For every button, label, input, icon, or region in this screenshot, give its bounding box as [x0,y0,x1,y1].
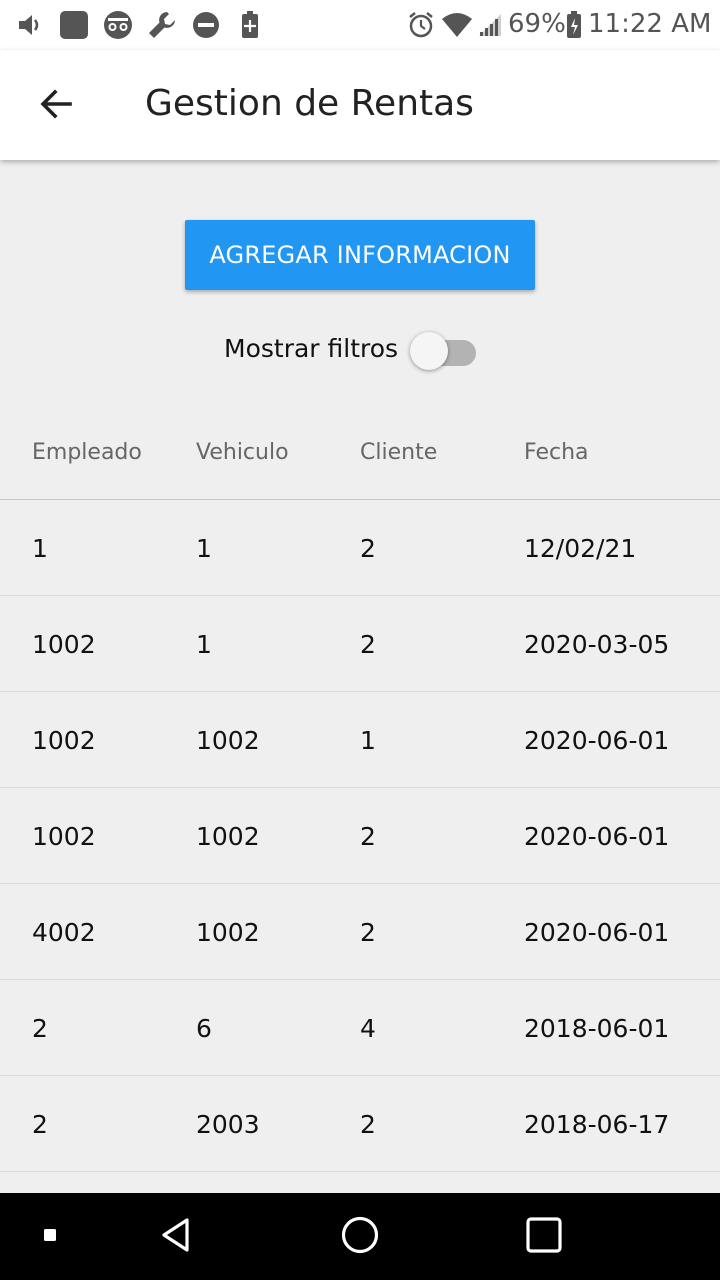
back-triangle-icon [156,1215,196,1259]
cell-empleado: 1 [32,534,48,563]
battery-saver-icon [236,0,264,50]
add-information-button[interactable]: AGREGAR INFORMACION [185,220,535,290]
table-row[interactable]: 1002 1002 1 2020-06-01 [0,692,720,788]
table-row[interactable]: 1002 1 2 2020-03-05 [0,596,720,692]
main-content: AGREGAR INFORMACION Mostrar filtros Empl… [0,160,720,1193]
cell-vehiculo: 6 [196,1014,212,1043]
home-circle-icon [340,1215,380,1259]
cell-cliente: 2 [360,1110,376,1139]
volume-icon [14,0,46,50]
app-square-icon [58,0,90,50]
cell-vehiculo: 1002 [196,822,260,851]
table-header: Empleado Vehiculo Cliente Fecha [0,404,720,500]
arrow-back-icon [38,86,74,126]
table-row[interactable]: 4002 1002 2 2020-06-01 [0,884,720,980]
cell-vehiculo: 2003 [196,1110,260,1139]
filter-toggle-row: Mostrar filtros [0,326,720,374]
signal-icon [476,0,504,50]
nav-back-button[interactable] [140,1193,212,1280]
cell-fecha: 2020-06-01 [524,918,670,947]
cell-empleado: 2 [32,1014,48,1043]
cell-cliente: 2 [360,918,376,947]
nav-overview-button[interactable] [508,1193,580,1280]
status-bar: 69% 11:22 AM [0,0,720,50]
cell-fecha: 2018-06-01 [524,1014,670,1043]
battery-charging-icon [564,0,584,50]
cell-cliente: 2 [360,534,376,563]
switch-thumb [410,332,448,370]
back-button[interactable] [20,70,92,142]
header-empleado: Empleado [32,440,142,465]
table-row[interactable]: 1 1 2 12/02/21 [0,500,720,596]
rentals-table: Empleado Vehiculo Cliente Fecha 1 1 2 12… [0,404,720,1172]
header-vehiculo: Vehiculo [196,440,289,465]
table-row[interactable]: 2 2003 2 2018-06-17 [0,1076,720,1172]
recent-dot-button[interactable] [30,1193,70,1280]
cell-vehiculo: 1 [196,534,212,563]
nav-home-button[interactable] [324,1193,396,1280]
cell-empleado: 1002 [32,726,96,755]
cell-fecha: 2020-06-01 [524,726,670,755]
alarm-icon [406,0,436,50]
cell-empleado: 1002 [32,630,96,659]
navigation-bar [0,1193,720,1280]
cell-fecha: 2020-06-01 [524,822,670,851]
do-not-disturb-icon [190,0,222,50]
cell-cliente: 4 [360,1014,376,1043]
battery-percent: 69% [508,9,566,39]
cell-empleado: 2 [32,1110,48,1139]
cell-cliente: 2 [360,822,376,851]
overview-square-icon [524,1215,564,1259]
cell-empleado: 1002 [32,822,96,851]
page-title: Gestion de Rentas [145,83,474,124]
cell-vehiculo: 1 [196,630,212,659]
recent-dot-icon [43,1227,57,1246]
cell-vehiculo: 1002 [196,918,260,947]
cell-cliente: 1 [360,726,376,755]
table-row[interactable]: 2 6 4 2018-06-01 [0,980,720,1076]
cell-fecha: 2020-03-05 [524,630,670,659]
table-row[interactable]: 1002 1002 2 2020-06-01 [0,788,720,884]
cell-vehiculo: 1002 [196,726,260,755]
cell-fecha: 12/02/21 [524,534,637,563]
wrench-icon [146,0,178,50]
filters-switch[interactable] [410,330,476,370]
wifi-icon [440,0,474,50]
incognito-icon [102,0,134,50]
filter-label: Mostrar filtros [224,334,399,363]
clock-time: 11:22 AM [588,9,712,39]
cell-cliente: 2 [360,630,376,659]
cell-empleado: 4002 [32,918,96,947]
header-cliente: Cliente [360,440,438,465]
header-fecha: Fecha [524,440,589,465]
cell-fecha: 2018-06-17 [524,1110,670,1139]
app-bar: Gestion de Rentas [0,50,720,160]
